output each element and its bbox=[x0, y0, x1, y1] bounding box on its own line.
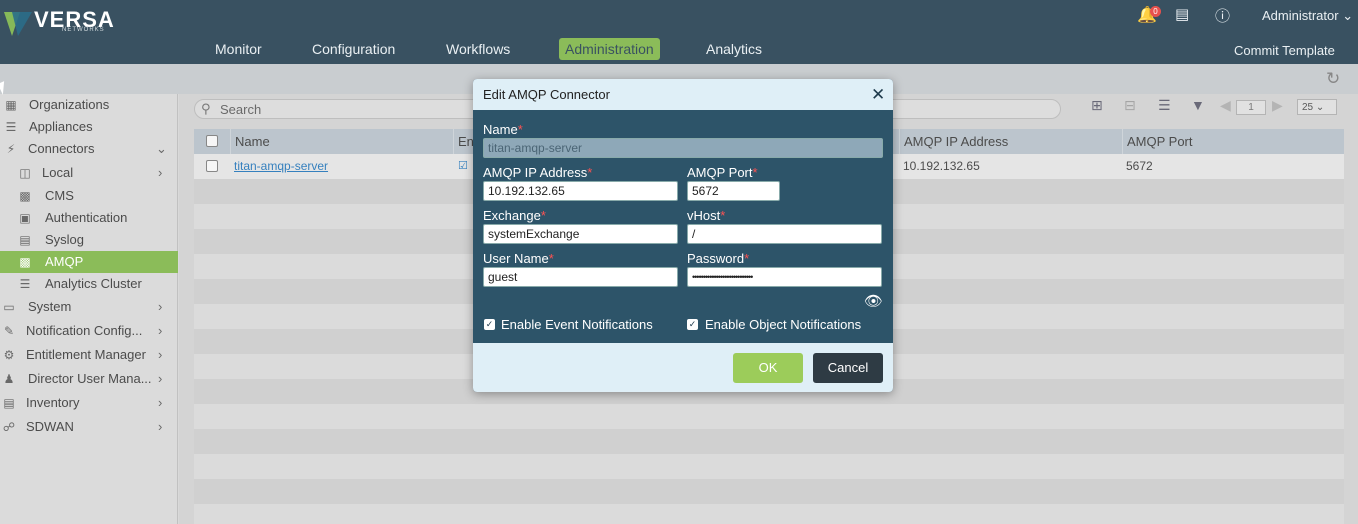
ok-button[interactable]: OK bbox=[733, 353, 803, 383]
dialog-title: Edit AMQP Connector bbox=[483, 87, 610, 102]
vhost-field[interactable]: / bbox=[687, 224, 882, 244]
port-label: AMQP Port* bbox=[687, 165, 758, 180]
show-password-icon[interactable]: 👁 bbox=[864, 292, 883, 310]
name-label: Name* bbox=[483, 122, 523, 137]
exchange-label: Exchange* bbox=[483, 208, 546, 223]
close-icon[interactable]: ✕ bbox=[871, 85, 885, 105]
username-field[interactable]: guest bbox=[483, 267, 678, 287]
event-notifications-checkbox[interactable]: ✓ bbox=[484, 319, 495, 330]
cancel-button[interactable]: Cancel bbox=[813, 353, 883, 383]
object-notifications-label: Enable Object Notifications bbox=[705, 317, 862, 332]
port-field[interactable]: 5672 bbox=[687, 181, 780, 201]
name-field: titan-amqp-server bbox=[483, 138, 883, 158]
password-label: Password* bbox=[687, 251, 750, 266]
dialog-header: Edit AMQP Connector ✕ bbox=[473, 79, 893, 110]
dialog-footer: OK Cancel bbox=[473, 343, 893, 392]
event-notifications-label: Enable Event Notifications bbox=[501, 317, 653, 332]
username-label: User Name* bbox=[483, 251, 554, 266]
ip-label: AMQP IP Address* bbox=[483, 165, 593, 180]
edit-amqp-connector-dialog: Edit AMQP Connector ✕ Name* titan-amqp-s… bbox=[473, 79, 893, 392]
vhost-label: vHost* bbox=[687, 208, 726, 223]
password-field[interactable]: •••••••••••••••••••••••••••• bbox=[687, 267, 882, 287]
ip-address-field[interactable]: 10.192.132.65 bbox=[483, 181, 678, 201]
exchange-field[interactable]: systemExchange bbox=[483, 224, 678, 244]
object-notifications-checkbox[interactable]: ✓ bbox=[687, 319, 698, 330]
